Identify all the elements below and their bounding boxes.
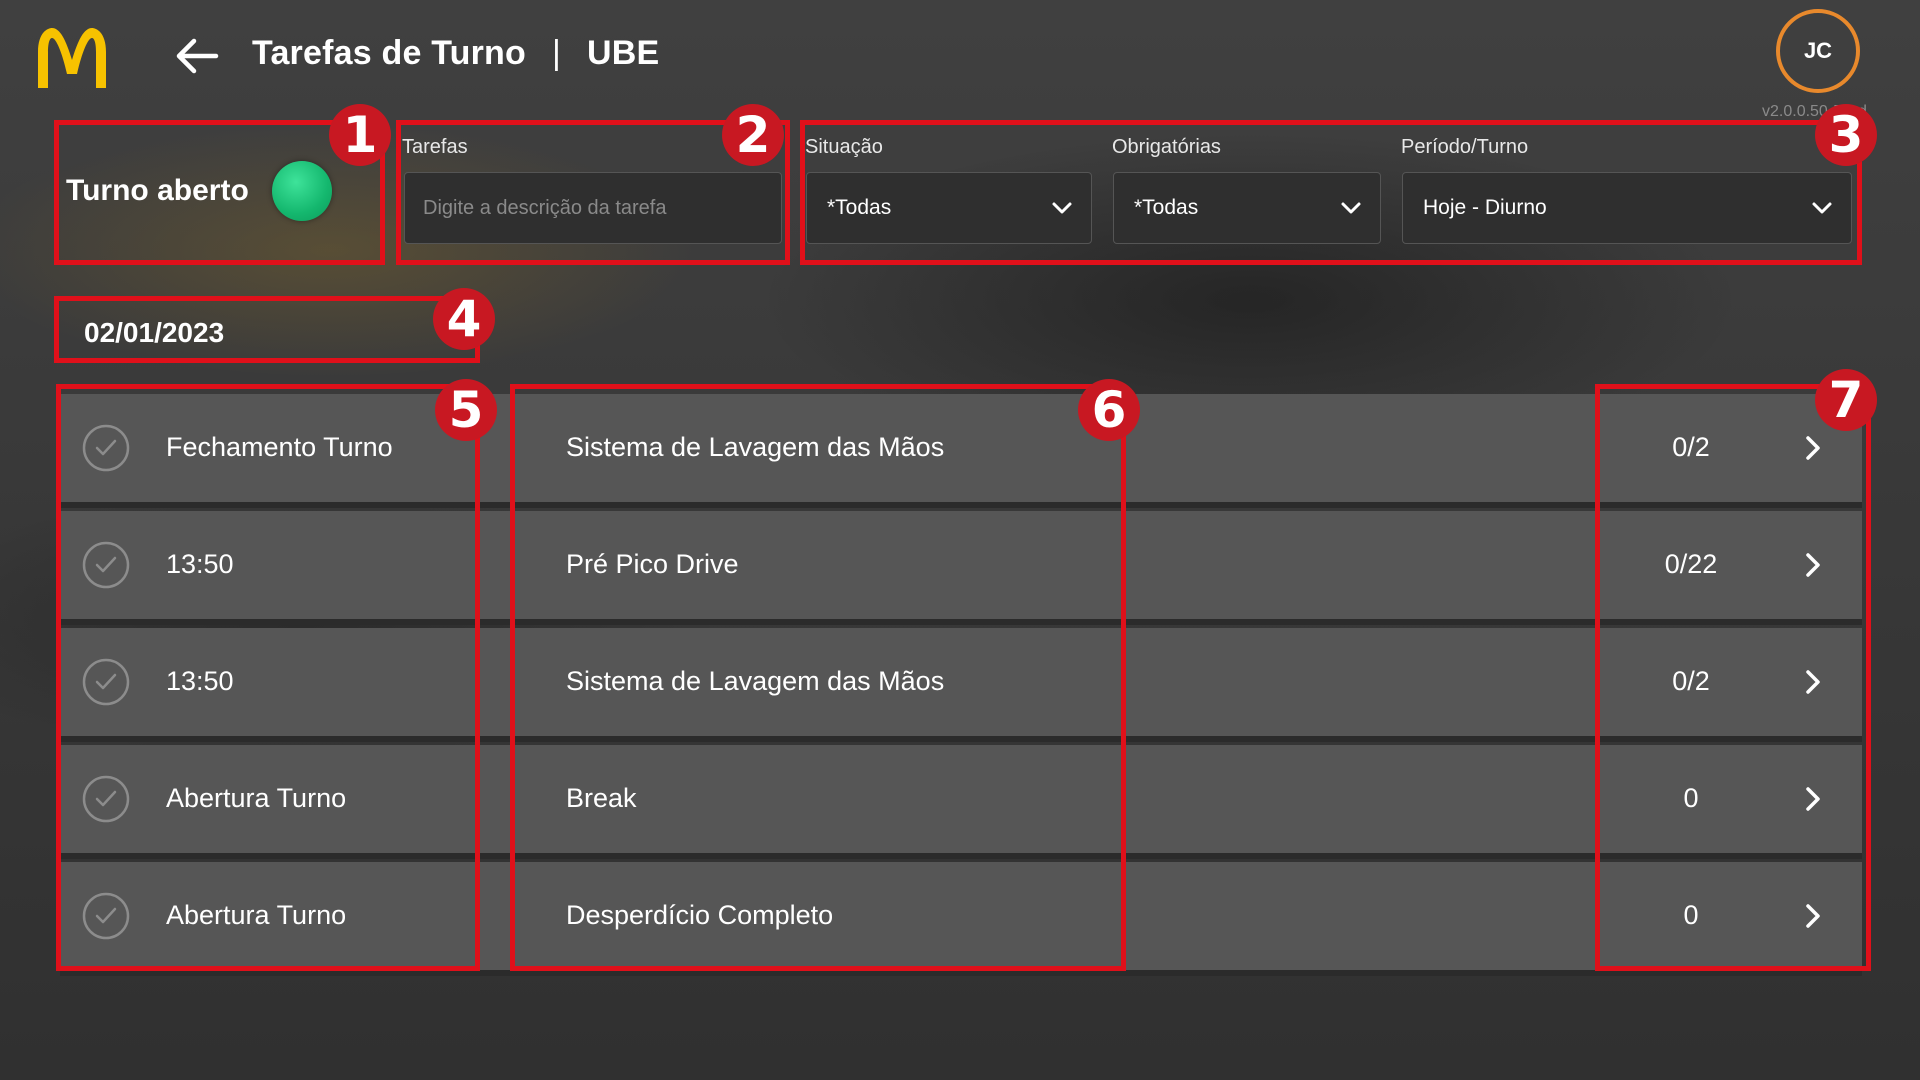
task-progress-count: 0/22 bbox=[1664, 549, 1718, 579]
task-description: Desperdício Completo bbox=[566, 900, 834, 930]
chevron-right-icon[interactable] bbox=[1804, 434, 1822, 462]
avatar-initials: JC bbox=[1803, 38, 1833, 63]
chevron-right-icon[interactable] bbox=[1804, 668, 1822, 696]
back-arrow-icon[interactable] bbox=[174, 36, 220, 76]
task-time: 13:50 bbox=[166, 549, 234, 579]
annotation-badge-7: 7 bbox=[1815, 369, 1877, 431]
task-progress-count: 0/2 bbox=[1672, 666, 1710, 696]
turno-status-label: Turno aberto bbox=[66, 174, 249, 207]
check-circle-icon[interactable] bbox=[82, 424, 130, 472]
task-description: Sistema de Lavagem das Mãos bbox=[566, 432, 945, 462]
task-time: Abertura Turno bbox=[166, 900, 347, 930]
situacao-select-value: *Todas bbox=[827, 196, 892, 219]
task-row[interactable]: Abertura Turno Break 0 bbox=[60, 745, 1862, 859]
annotation-badge-2: 2 bbox=[722, 104, 784, 166]
chevron-right-icon[interactable] bbox=[1804, 551, 1822, 579]
periodo-filter-label: Período/Turno bbox=[1401, 136, 1529, 158]
task-row[interactable]: 13:50 Pré Pico Drive 0/22 bbox=[60, 511, 1862, 625]
task-time: 13:50 bbox=[166, 666, 234, 696]
periodo-select-value: Hoje - Diurno bbox=[1423, 196, 1547, 219]
page-title: Tarefas de Turno | UBE bbox=[252, 34, 659, 73]
annotation-badge-3: 3 bbox=[1815, 104, 1877, 166]
task-description: Break bbox=[566, 783, 637, 813]
task-search-input[interactable] bbox=[404, 172, 782, 244]
task-time: Abertura Turno bbox=[166, 783, 347, 813]
obrigatorias-filter-label: Obrigatórias bbox=[1112, 136, 1221, 158]
check-circle-icon[interactable] bbox=[82, 658, 130, 706]
obrigatorias-select[interactable]: *Todas bbox=[1113, 172, 1381, 244]
task-description: Pré Pico Drive bbox=[566, 549, 739, 579]
check-circle-icon[interactable] bbox=[82, 892, 130, 940]
check-circle-icon[interactable] bbox=[82, 541, 130, 589]
task-progress-count: 0 bbox=[1683, 783, 1699, 813]
tarefas-filter-label: Tarefas bbox=[402, 136, 468, 158]
title-separator: | bbox=[552, 34, 562, 72]
task-time: Fechamento Turno bbox=[166, 432, 393, 462]
annotation-badge-6: 6 bbox=[1078, 379, 1140, 441]
tasks-date: 02/01/2023 bbox=[84, 317, 225, 348]
chevron-down-icon bbox=[1812, 202, 1832, 214]
annotation-badge-4: 4 bbox=[433, 288, 495, 350]
task-progress-count: 0 bbox=[1683, 900, 1699, 930]
chevron-right-icon[interactable] bbox=[1804, 902, 1822, 930]
task-progress-count: 0/2 bbox=[1672, 432, 1710, 462]
chevron-down-icon bbox=[1341, 202, 1361, 214]
check-circle-icon[interactable] bbox=[82, 775, 130, 823]
task-row[interactable]: Fechamento Turno Sistema de Lavagem das … bbox=[60, 394, 1862, 508]
task-row[interactable]: 13:50 Sistema de Lavagem das Mãos 0/2 bbox=[60, 628, 1862, 742]
mcdonalds-logo bbox=[38, 28, 106, 88]
user-avatar[interactable]: JC bbox=[1776, 9, 1860, 93]
situacao-select[interactable]: *Todas bbox=[806, 172, 1092, 244]
obrigatorias-select-value: *Todas bbox=[1134, 196, 1199, 219]
annotation-badge-5: 5 bbox=[435, 379, 497, 441]
turno-status-indicator[interactable] bbox=[272, 161, 332, 221]
situacao-filter-label: Situação bbox=[805, 136, 883, 158]
task-description: Sistema de Lavagem das Mãos bbox=[566, 666, 945, 696]
page-title-text: Tarefas de Turno bbox=[252, 34, 526, 72]
store-code: UBE bbox=[587, 34, 660, 72]
annotation-badge-1: 1 bbox=[329, 104, 391, 166]
task-row[interactable]: Abertura Turno Desperdício Completo 0 bbox=[60, 862, 1862, 976]
periodo-select[interactable]: Hoje - Diurno bbox=[1402, 172, 1852, 244]
chevron-right-icon[interactable] bbox=[1804, 785, 1822, 813]
chevron-down-icon bbox=[1052, 202, 1072, 214]
